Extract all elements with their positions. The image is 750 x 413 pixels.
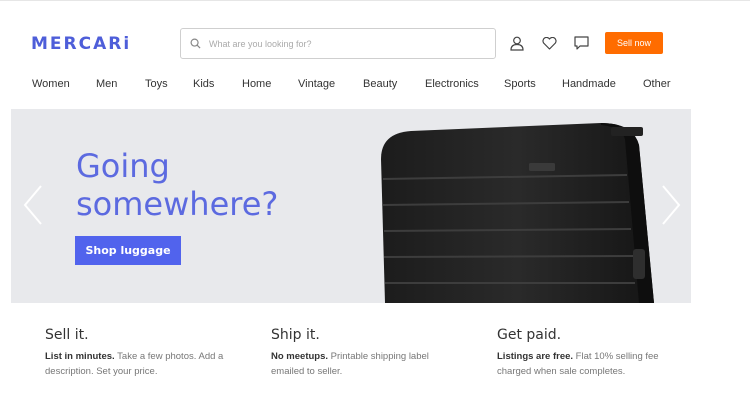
feature-ship-desc: No meetups. Printable shipping label ema… xyxy=(271,351,429,377)
feature-paid-desc: Listings are free. Flat 10% selling fee … xyxy=(497,351,659,377)
top-divider xyxy=(0,0,750,1)
feature-ship-title: Ship it. xyxy=(271,327,320,343)
sell-now-button[interactable]: Sell now xyxy=(605,32,663,54)
search-bar[interactable] xyxy=(180,28,496,59)
feature-sell: Sell it. List in minutes. Take a few pho… xyxy=(45,327,225,379)
feature-sell-title: Sell it. xyxy=(45,327,89,343)
category-kids[interactable]: Kids xyxy=(193,78,214,90)
search-icon xyxy=(181,28,209,59)
category-beauty[interactable]: Beauty xyxy=(363,78,397,90)
category-sports[interactable]: Sports xyxy=(504,78,536,90)
user-icon[interactable] xyxy=(508,34,526,52)
category-vintage[interactable]: Vintage xyxy=(298,78,335,90)
hero-title-line2: somewhere? xyxy=(76,185,279,223)
hero-banner: Going somewhere? Shop luggage xyxy=(11,109,691,303)
category-other[interactable]: Other xyxy=(643,78,671,90)
chevron-left-icon[interactable] xyxy=(21,184,45,226)
feature-paid: Get paid. Listings are free. Flat 10% se… xyxy=(497,327,677,379)
category-toys[interactable]: Toys xyxy=(145,78,168,90)
search-input[interactable] xyxy=(209,30,489,57)
category-women[interactable]: Women xyxy=(32,78,70,90)
shop-luggage-button[interactable]: Shop luggage xyxy=(75,236,181,265)
feature-paid-title: Get paid. xyxy=(497,327,562,343)
category-electronics[interactable]: Electronics xyxy=(425,78,479,90)
feature-ship: Ship it. No meetups. Printable shipping … xyxy=(271,327,451,379)
mercari-logo[interactable]: MERCARi xyxy=(31,34,131,54)
category-home[interactable]: Home xyxy=(242,78,271,90)
heart-icon[interactable] xyxy=(540,34,558,52)
feature-sell-desc: List in minutes. Take a few photos. Add … xyxy=(45,351,224,377)
hero-title-line1: Going xyxy=(76,147,170,185)
category-handmade[interactable]: Handmade xyxy=(562,78,616,90)
category-nav: Women Men Toys Kids Home Vintage Beauty … xyxy=(0,78,690,96)
hero-title: Going somewhere? xyxy=(76,147,278,223)
category-men[interactable]: Men xyxy=(96,78,117,90)
suitcase-image xyxy=(381,123,654,303)
chat-icon[interactable] xyxy=(572,34,590,52)
